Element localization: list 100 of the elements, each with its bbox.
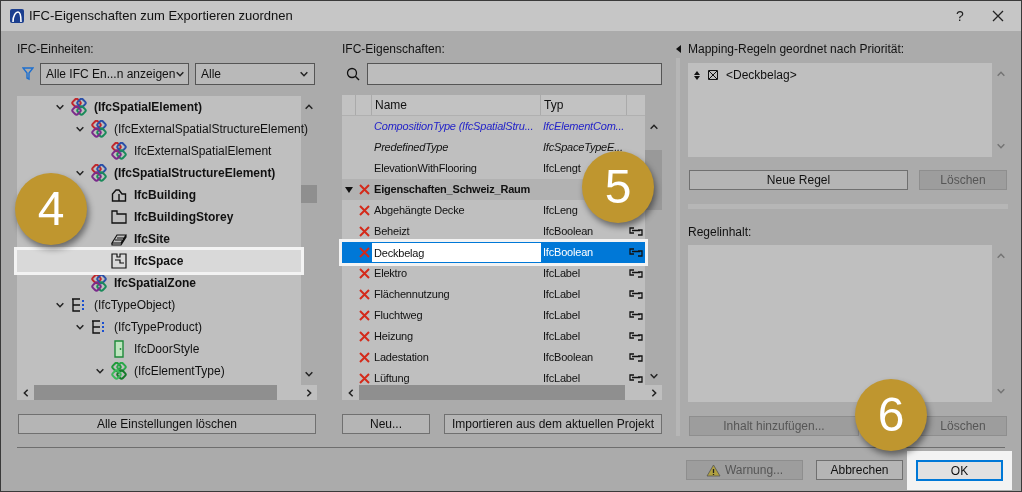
tree-item-label: (IfcElementType) <box>134 363 225 380</box>
chevron-down-icon[interactable] <box>75 168 85 178</box>
tree-item-label: IfcExternalSpatialElement <box>134 143 272 160</box>
chevron-down-icon[interactable] <box>648 371 659 381</box>
horizontal-scrollbar[interactable] <box>359 385 625 400</box>
interlocking-rings-icon <box>110 142 128 160</box>
property-type: IfcElementCom... <box>542 119 626 135</box>
property-name: PredefinedType <box>373 140 450 156</box>
tree-item-label: (IfcSpatialStructureElement) <box>114 165 276 182</box>
link-icon <box>628 248 644 257</box>
crossed-box-icon <box>708 70 718 80</box>
app-logo-icon <box>10 9 24 23</box>
tree-item[interactable]: IfcSpatialZone <box>17 272 301 294</box>
chevron-down-icon[interactable] <box>55 102 65 112</box>
help-button[interactable]: ? <box>945 1 975 31</box>
link-icon <box>628 332 644 341</box>
cross-icon <box>358 289 370 300</box>
section-label: IFC-Eigenschaften: <box>342 42 446 56</box>
filter-dropdown[interactable]: Alle IFC En...n anzeigen <box>40 63 189 85</box>
clear-settings-button[interactable]: Alle Einstellungen löschen <box>18 414 316 434</box>
new-rule-button[interactable]: Neue Regel <box>689 170 908 190</box>
tree-item[interactable]: (IfcSpatialElement) <box>17 96 301 118</box>
tree-item[interactable]: IfcDoorStyle <box>17 338 301 360</box>
tree-item-label: (IfcExternalSpatialStructureElement) <box>114 121 309 138</box>
chevron-down-icon[interactable] <box>304 369 314 379</box>
chevron-up-icon[interactable] <box>304 102 314 112</box>
property-row[interactable]: Ladestation IfcBoolean <box>342 347 645 368</box>
property-row[interactable]: Elektro IfcLabel <box>342 263 645 284</box>
section-label: IFC-Einheiten: <box>17 42 95 56</box>
cross-icon <box>358 310 370 321</box>
rule-item[interactable]: <Deckbelag> <box>694 67 992 83</box>
search-icon <box>346 67 360 81</box>
vertical-scrollbar[interactable] <box>301 185 317 203</box>
import-button[interactable]: Importieren aus dem aktuellen Projekt <box>444 414 662 434</box>
type-hierarchy-icon <box>91 320 107 334</box>
floor-plan-icon <box>111 210 127 224</box>
cancel-button[interactable]: Abbrechen <box>816 460 903 480</box>
chevron-down-icon[interactable] <box>175 69 186 79</box>
property-name: Abgehängte Decke <box>373 203 466 219</box>
new-button[interactable]: Neu... <box>342 414 430 434</box>
tree-item[interactable]: (IfcElementType) <box>17 360 301 382</box>
horizontal-scrollbar[interactable] <box>34 385 277 400</box>
property-type: IfcLengt <box>542 161 582 177</box>
tree-item[interactable]: (IfcTypeProduct) <box>17 316 301 338</box>
chevron-up-icon[interactable] <box>648 122 659 132</box>
property-row[interactable]: CompositionType (IfcSpatialStru... IfcElementCom... <box>342 116 645 137</box>
section-label: Mapping-Regeln geordnet nach Priorität: <box>688 42 906 56</box>
sort-arrows-icon[interactable] <box>694 70 700 80</box>
type-dropdown[interactable]: Alle <box>195 63 315 85</box>
interlocking-rings-icon <box>90 164 108 182</box>
chevron-down-icon[interactable] <box>95 366 105 376</box>
link-icon <box>628 290 644 299</box>
property-name: Lüftung <box>373 371 411 387</box>
tree-item-label: IfcBuilding <box>134 187 196 204</box>
collapse-triangle-icon[interactable] <box>675 45 681 53</box>
property-type: IfcLabel <box>542 329 581 345</box>
tree-item-label: (IfcSpatialElement) <box>94 99 203 116</box>
tree-item-label: (IfcTypeObject) <box>94 297 176 314</box>
column-header[interactable]: Name <box>372 95 541 115</box>
chevron-down-icon[interactable] <box>75 124 85 134</box>
property-name: Ladestation <box>373 350 430 366</box>
property-name: Eigenschaften_Schweiz_Raum <box>373 182 532 198</box>
warning-icon <box>705 463 721 477</box>
tree-item[interactable]: IfcSpace <box>17 250 301 272</box>
tree-item[interactable]: (IfcTypeObject) <box>17 294 301 316</box>
property-row[interactable]: Heizung IfcLabel <box>342 326 645 347</box>
property-type: IfcBoolean <box>542 224 594 240</box>
property-name: CompositionType (IfcSpatialStru... <box>373 119 535 135</box>
search-field[interactable] <box>367 63 662 85</box>
close-icon <box>992 10 1004 22</box>
cross-icon <box>358 226 370 237</box>
tree-item[interactable]: IfcExternalSpatialElement <box>17 140 301 162</box>
chevron-down-icon[interactable] <box>55 300 65 310</box>
tree-item-label: IfcSpace <box>134 253 184 270</box>
interlocking-rings-icon <box>70 98 88 116</box>
column-header[interactable]: Typ <box>541 95 627 115</box>
link-icon <box>628 374 644 383</box>
rule-label: <Deckbelag> <box>726 67 797 84</box>
cross-icon <box>358 352 370 363</box>
chevron-down-icon[interactable] <box>75 322 85 332</box>
property-type: IfcLabel <box>542 371 581 387</box>
cross-icon <box>358 331 370 342</box>
name-input-field[interactable]: Deckbelag <box>372 243 541 262</box>
link-icon <box>628 269 644 278</box>
property-type: IfcLeng <box>542 203 579 219</box>
property-type: IfcLabel <box>542 308 581 324</box>
interlocking-rings-icon <box>110 362 128 380</box>
property-row[interactable]: Lüftung IfcLabel <box>342 368 645 389</box>
property-row[interactable]: Flächennutzung IfcLabel <box>342 284 645 305</box>
chevron-down-icon[interactable] <box>299 69 309 79</box>
cross-icon <box>358 373 370 384</box>
property-type: IfcBoolean <box>542 245 594 261</box>
property-row[interactable]: Beheizt IfcBoolean <box>342 221 645 242</box>
property-name: Elektro <box>373 266 408 282</box>
expand-triangle-icon[interactable] <box>345 186 353 193</box>
room-icon <box>111 253 127 269</box>
property-row[interactable]: Fluchtweg IfcLabel <box>342 305 645 326</box>
property-row[interactable]: Deckbelag IfcBoolean <box>342 242 645 263</box>
link-icon <box>628 227 644 236</box>
property-type: IfcBoolean <box>542 350 594 366</box>
